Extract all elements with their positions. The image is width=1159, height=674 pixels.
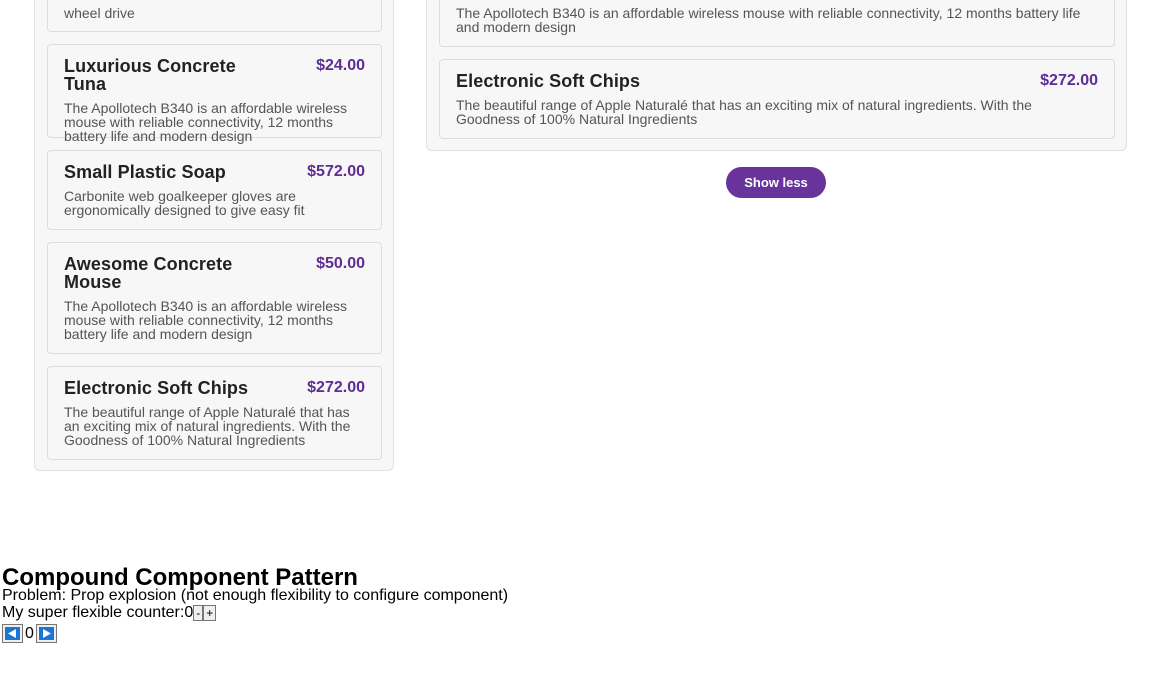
counter-label: My super flexible counter: (2, 604, 185, 621)
product-description: The beautiful range of Apple Naturalé th… (456, 97, 1032, 127)
previous-button[interactable] (2, 624, 23, 643)
partial-card-description: wheel drive (64, 5, 135, 21)
decrement-button[interactable]: - (193, 604, 204, 621)
product-card[interactable]: Electronic Soft Chips $272.00 The beauti… (439, 59, 1115, 139)
product-price: $572.00 (307, 163, 365, 180)
product-description: The Apollotech B340 is an affordable wir… (64, 298, 348, 342)
product-price: $50.00 (316, 255, 365, 272)
arrow-counter: 0 (2, 624, 57, 643)
triangle-right-icon (38, 627, 54, 640)
problem-text: Problem: Prop explosion (not enough flex… (2, 587, 509, 604)
partial-card-description: The Apollotech B340 is an affordable wir… (456, 5, 1081, 35)
product-price: $272.00 (307, 379, 365, 396)
product-price: $24.00 (316, 57, 365, 74)
product-description: The Apollotech B340 is an affordable wir… (64, 100, 348, 144)
next-button[interactable] (35, 624, 57, 643)
product-card[interactable]: Small Plastic Soap $572.00 Carbonite web… (47, 150, 382, 230)
increment-button[interactable]: + (203, 604, 217, 621)
left-product-panel: wheel drive Luxurious Concrete Tuna $24.… (34, 0, 394, 471)
arrow-counter-value: 0 (25, 624, 34, 642)
product-card[interactable]: Electronic Soft Chips $272.00 The beauti… (47, 366, 382, 460)
show-less-button[interactable]: Show less (726, 167, 826, 198)
product-price: $272.00 (1040, 72, 1098, 89)
product-card[interactable]: Awesome Concrete Mouse $50.00 The Apollo… (47, 242, 382, 354)
product-title: Electronic Soft Chips (456, 71, 641, 91)
product-card[interactable]: Luxurious Concrete Tuna $24.00 The Apoll… (47, 44, 382, 143)
product-description: Carbonite web goalkeeper gloves are ergo… (64, 188, 305, 218)
partial-product-card: wheel drive (47, 0, 382, 32)
partial-product-card: The Apollotech B340 is an affordable wir… (439, 0, 1115, 47)
counter-value: 0 (184, 604, 194, 621)
flexible-counter: My super flexible counter:0- + (2, 604, 217, 622)
right-product-panel: The Apollotech B340 is an affordable wir… (426, 0, 1127, 151)
triangle-left-icon (5, 627, 20, 640)
product-description: The beautiful range of Apple Naturalé th… (64, 404, 351, 448)
